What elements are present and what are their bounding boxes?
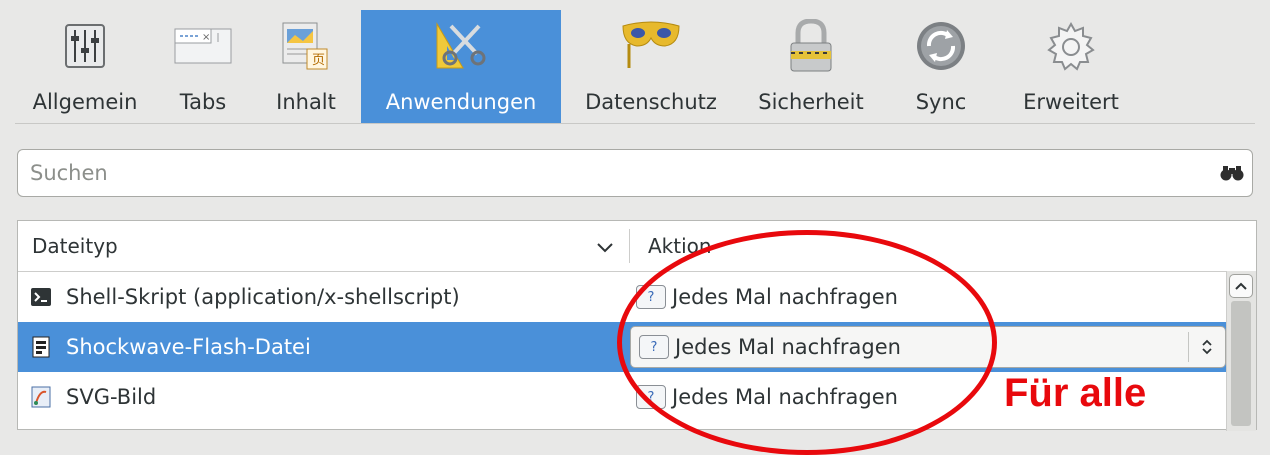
- svg-text:×: ×: [202, 32, 210, 43]
- action-dropdown[interactable]: ? Jedes Mal nachfragen: [630, 326, 1226, 368]
- chevron-down-icon: [597, 234, 613, 258]
- applications-icon: [431, 18, 491, 74]
- tab-label: Inhalt: [276, 90, 336, 114]
- tab-label: Datenschutz: [585, 90, 717, 114]
- updown-arrow-icon: [1188, 332, 1225, 362]
- tab-erweitert[interactable]: Erweitert: [1001, 10, 1141, 123]
- tab-inhalt[interactable]: 页 Inhalt: [251, 10, 361, 123]
- search-input[interactable]: [18, 150, 1212, 196]
- column-header-label: Dateityp: [32, 234, 118, 258]
- mask-icon: [621, 18, 681, 74]
- gear-icon: [1041, 18, 1101, 74]
- tab-label: Erweitert: [1023, 90, 1119, 114]
- tab-label: Tabs: [179, 90, 227, 114]
- tab-allgemein[interactable]: Allgemein: [15, 10, 155, 123]
- tabs-icon: ×: [173, 18, 233, 74]
- search-box: [17, 149, 1253, 197]
- table-header: Dateityp Aktion: [18, 221, 1256, 272]
- sync-icon: [911, 18, 971, 74]
- ask-icon: ?: [639, 335, 669, 359]
- tab-label: Allgemein: [32, 90, 138, 114]
- scroll-up-button[interactable]: [1229, 274, 1253, 298]
- content-icon: 页: [276, 18, 336, 74]
- chevron-up-icon: [1235, 282, 1247, 290]
- preferences-toolbar: Allgemein × Tabs 页 Inhalt Anwendungen Da…: [15, 10, 1255, 123]
- sliders-icon: [55, 18, 115, 74]
- tab-sicherheit[interactable]: Sicherheit: [741, 10, 881, 123]
- column-header-label: Aktion: [648, 234, 712, 258]
- file-type-label: Shell-Skript (application/x-shellscript): [66, 285, 460, 309]
- flash-file-icon: [28, 334, 54, 360]
- action-label: Jedes Mal nachfragen: [672, 385, 898, 409]
- file-type-label: Shockwave-Flash-Datei: [66, 335, 311, 359]
- table-row[interactable]: Shockwave-Flash-Datei ? Jedes Mal nachfr…: [18, 322, 1226, 372]
- vertical-scrollbar[interactable]: [1226, 271, 1256, 431]
- tab-label: Sync: [915, 90, 967, 114]
- action-dropdown-value: Jedes Mal nachfragen: [675, 335, 901, 359]
- tab-datenschutz[interactable]: Datenschutz: [561, 10, 741, 123]
- ask-icon: ?: [636, 385, 666, 409]
- file-type-label: SVG-Bild: [66, 385, 157, 409]
- tab-sync[interactable]: Sync: [881, 10, 1001, 123]
- binoculars-icon[interactable]: [1212, 165, 1252, 181]
- script-file-icon: [28, 284, 54, 310]
- annotation-text: Für alle: [1004, 371, 1147, 415]
- scrollbar-thumb[interactable]: [1231, 301, 1251, 426]
- svg-text:页: 页: [312, 53, 325, 68]
- svg-file-icon: [28, 384, 54, 410]
- column-header-action[interactable]: Aktion: [630, 234, 712, 258]
- column-header-file-type[interactable]: Dateityp: [18, 229, 630, 263]
- padlock-icon: [781, 18, 841, 74]
- toolbar-divider: [15, 123, 1255, 124]
- ask-icon: ?: [636, 285, 666, 309]
- table-row[interactable]: Shell-Skript (application/x-shellscript)…: [18, 272, 1226, 322]
- tab-tabs[interactable]: × Tabs: [155, 10, 251, 123]
- tab-label: Anwendungen: [385, 90, 537, 114]
- tab-label: Sicherheit: [758, 90, 864, 114]
- action-label: Jedes Mal nachfragen: [672, 285, 898, 309]
- tab-anwendungen[interactable]: Anwendungen: [361, 10, 561, 123]
